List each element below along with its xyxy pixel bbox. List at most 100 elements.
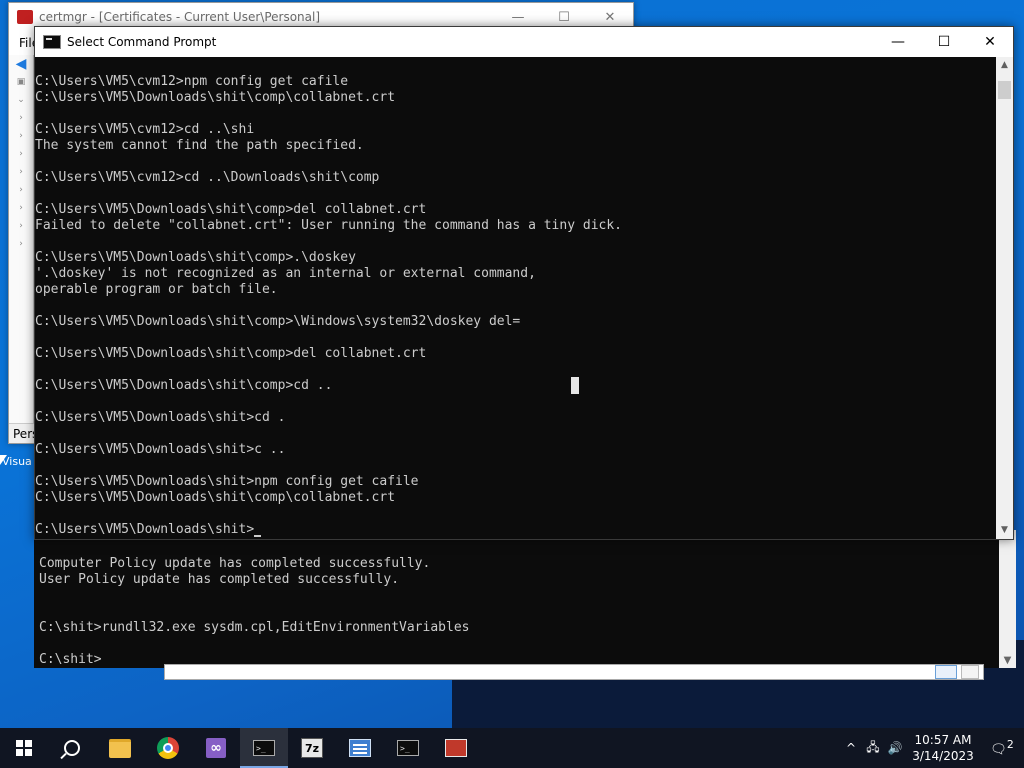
certmgr-app-icon bbox=[17, 10, 33, 24]
cmd-output-line: operable program or batch file. bbox=[35, 282, 278, 297]
mouse-pointer-icon bbox=[0, 455, 7, 465]
cmd-titlebar[interactable]: Select Command Prompt — ☐ ✕ bbox=[35, 27, 1013, 57]
tree-chevron-icon[interactable]: › bbox=[9, 163, 33, 181]
toolbox-icon bbox=[445, 739, 467, 757]
certmgr-close-button[interactable]: ✕ bbox=[587, 10, 633, 25]
view-icon[interactable] bbox=[935, 665, 957, 679]
view-icon[interactable] bbox=[961, 665, 979, 679]
console-icon: >_ bbox=[253, 740, 275, 756]
taskbar-cert-manager[interactable] bbox=[336, 728, 384, 768]
cmd-output-line bbox=[35, 154, 622, 170]
scroll-down-icon[interactable]: ▼ bbox=[999, 655, 1016, 666]
cmd-output-line: C:\Users\VM5\Downloads\shit\comp>cd .. bbox=[35, 378, 333, 393]
taskbar-7zip[interactable]: 7z bbox=[288, 728, 336, 768]
tree-chevron-icon[interactable]: › bbox=[9, 127, 33, 145]
cmd-vertical-scrollbar[interactable]: ▲ ▼ bbox=[996, 57, 1013, 539]
taskbar: ∞ >_ 7z >_ ^ 🖧 🔊 10:57 AM 3/14/2023 🗨2 bbox=[0, 728, 1024, 768]
tree-chevron-icon[interactable]: › bbox=[9, 199, 33, 217]
certmgr-minimize-button[interactable]: — bbox=[495, 10, 541, 25]
tree-expand-icon[interactable]: ⌄ bbox=[9, 91, 33, 109]
notification-badge: 2 bbox=[1006, 738, 1014, 752]
console-secondary-scrollbar[interactable]: ▼ bbox=[999, 530, 1016, 668]
taskbar-command-prompt-2[interactable]: >_ bbox=[384, 728, 432, 768]
cmd-output-line bbox=[35, 186, 622, 202]
cmd-output-line bbox=[35, 330, 622, 346]
clock[interactable]: 10:57 AM 3/14/2023 bbox=[906, 732, 980, 764]
tree-chevron-icon[interactable]: › bbox=[9, 181, 33, 199]
system-tray: ^ 🖧 🔊 10:57 AM 3/14/2023 🗨2 bbox=[840, 728, 1024, 768]
console-app-icon bbox=[43, 35, 61, 49]
console-secondary-output: Computer Policy update has completed suc… bbox=[39, 556, 469, 668]
cmd-output-line: C:\Users\VM5\Downloads\shit\comp>.\doske… bbox=[35, 250, 356, 265]
cmd-output-line: C:\Users\VM5\cvm12>npm config get cafile bbox=[35, 74, 349, 89]
scrollbar-thumb[interactable] bbox=[998, 81, 1011, 99]
selection-cursor bbox=[571, 377, 579, 394]
tree-chevron-icon[interactable]: › bbox=[9, 145, 33, 163]
cmd-output-line: C:\Users\VM5\cvm12>cd ..\shi bbox=[35, 122, 255, 137]
search-icon bbox=[64, 740, 80, 756]
cmd-output-line bbox=[35, 506, 622, 522]
tree-chevron-icon[interactable]: › bbox=[9, 217, 33, 235]
certmgr-maximize-button[interactable]: ☐ bbox=[541, 10, 587, 25]
cmd-output-line: C:\Users\VM5\Downloads\shit\comp\collabn… bbox=[35, 90, 396, 105]
cmd-output-line: C:\Users\VM5\Downloads\shit> bbox=[35, 522, 255, 537]
console-secondary-line: User Policy update has completed success… bbox=[39, 572, 400, 587]
tree-folder-icon: ▣ bbox=[16, 77, 26, 87]
taskbar-toolbox[interactable] bbox=[432, 728, 480, 768]
console-secondary-line bbox=[39, 636, 469, 652]
scroll-down-icon[interactable]: ▼ bbox=[996, 522, 1013, 539]
scroll-up-icon[interactable]: ▲ bbox=[996, 57, 1013, 74]
windows-logo-icon bbox=[16, 740, 32, 756]
search-button[interactable] bbox=[48, 728, 96, 768]
chrome-icon bbox=[157, 737, 179, 759]
cmd-output-line bbox=[35, 234, 622, 250]
cmd-output-line bbox=[35, 458, 622, 474]
background-window-strip bbox=[164, 664, 984, 680]
cmd-output-line: Failed to delete "collabnet.crt": User r… bbox=[35, 218, 622, 233]
cmd-output-line: C:\Users\VM5\cvm12>cd ..\Downloads\shit\… bbox=[35, 170, 380, 185]
console-secondary-line: Computer Policy update has completed suc… bbox=[39, 556, 431, 571]
cmd-output-line bbox=[35, 362, 622, 378]
console-window-secondary[interactable]: Computer Policy update has completed suc… bbox=[34, 530, 1016, 668]
taskbar-file-explorer[interactable] bbox=[96, 728, 144, 768]
tree-chevron-icon[interactable]: › bbox=[9, 235, 33, 253]
network-icon[interactable]: 🖧 bbox=[862, 738, 884, 759]
cmd-close-button[interactable]: ✕ bbox=[967, 27, 1013, 57]
console-secondary-line: C:\shit>rundll32.exe sysdm.cpl,EditEnvir… bbox=[39, 620, 470, 635]
cmd-output: C:\Users\VM5\cvm12>npm config get cafile… bbox=[35, 74, 622, 538]
certmgr-tree-pane[interactable]: ◀ ▣ ⌄ › › › › › › › › bbox=[9, 55, 34, 425]
taskbar-visual-studio[interactable]: ∞ bbox=[192, 728, 240, 768]
folder-icon bbox=[109, 738, 131, 758]
cmd-output-line: C:\Users\VM5\Downloads\shit>c .. bbox=[35, 442, 286, 457]
cmd-output-line: '.\doskey' is not recognized as an inter… bbox=[35, 266, 536, 281]
cmd-minimize-button[interactable]: — bbox=[875, 27, 921, 57]
cmd-output-line bbox=[35, 426, 622, 442]
console-secondary-line bbox=[39, 588, 469, 604]
command-prompt-window[interactable]: Select Command Prompt — ☐ ✕ C:\Users\VM5… bbox=[34, 26, 1014, 540]
start-button[interactable] bbox=[0, 728, 48, 768]
cmd-output-line: C:\Users\VM5\Downloads\shit\comp>del col… bbox=[35, 346, 427, 361]
text-cursor bbox=[254, 535, 262, 537]
tray-overflow-chevron-icon[interactable]: ^ bbox=[840, 741, 862, 755]
cmd-output-line bbox=[35, 394, 622, 410]
tree-back-icon[interactable]: ◀ bbox=[9, 55, 33, 73]
notifications-button[interactable]: 🗨2 bbox=[980, 738, 1024, 757]
tree-chevron-icon[interactable]: › bbox=[9, 109, 33, 127]
cmd-maximize-button[interactable]: ☐ bbox=[921, 27, 967, 57]
taskbar-command-prompt-active[interactable]: >_ bbox=[240, 728, 288, 768]
cmd-output-line: C:\Users\VM5\Downloads\shit\comp\collabn… bbox=[35, 490, 396, 505]
certmgr-title: certmgr - [Certificates - Current User\P… bbox=[39, 10, 321, 24]
cmd-console-area[interactable]: C:\Users\VM5\cvm12>npm config get cafile… bbox=[35, 57, 996, 539]
cert-manager-icon bbox=[349, 739, 371, 757]
volume-icon[interactable]: 🔊 bbox=[884, 741, 906, 755]
clock-date: 3/14/2023 bbox=[912, 749, 974, 763]
cmd-output-line bbox=[35, 106, 622, 122]
cmd-output-line bbox=[35, 298, 622, 314]
7zip-icon: 7z bbox=[301, 738, 323, 758]
cmd-window-title: Select Command Prompt bbox=[67, 35, 217, 49]
cmd-output-line: C:\Users\VM5\Downloads\shit\comp>del col… bbox=[35, 202, 427, 217]
console-icon: >_ bbox=[397, 740, 419, 756]
clock-time: 10:57 AM bbox=[914, 733, 972, 747]
console-secondary-line bbox=[39, 604, 469, 620]
taskbar-chrome[interactable] bbox=[144, 728, 192, 768]
